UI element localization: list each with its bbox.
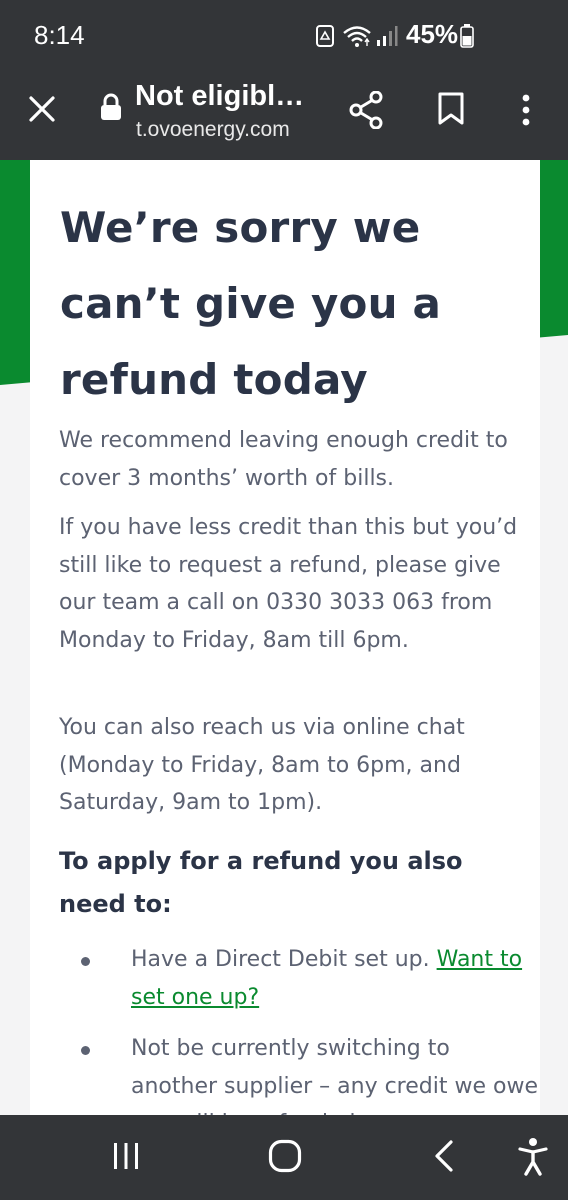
share-icon[interactable] xyxy=(348,91,384,129)
bookmark-icon[interactable] xyxy=(438,92,464,126)
custom-tab-toolbar: Not eligibl… t.ovoenergy.com xyxy=(0,70,568,160)
page-url: t.ovoenergy.com xyxy=(136,118,290,141)
recent-apps-icon[interactable] xyxy=(112,1142,140,1170)
credit-recommendation-text: We recommend leaving enough credit to co… xyxy=(59,428,508,491)
wifi-icon xyxy=(343,26,371,47)
home-icon[interactable] xyxy=(268,1139,302,1173)
requirements-heading: To apply for a refund you also need to: xyxy=(59,847,463,918)
web-content[interactable]: We’re sorry we can’t give you a refund t… xyxy=(0,160,568,1115)
lock-icon[interactable] xyxy=(100,93,122,121)
close-icon[interactable] xyxy=(28,95,56,123)
content-card: We’re sorry we can’t give you a refund t… xyxy=(30,160,540,1115)
more-icon[interactable] xyxy=(520,94,532,126)
status-bar: 8:14 45% xyxy=(0,0,568,70)
back-icon[interactable] xyxy=(434,1140,454,1172)
navigation-bar xyxy=(0,1115,568,1200)
bullet-icon xyxy=(81,957,90,966)
recycle-icon xyxy=(316,25,334,47)
page-heading: We’re sorry we can’t give you a refund t… xyxy=(60,203,442,404)
battery-icon xyxy=(460,24,474,48)
status-time: 8:14 xyxy=(34,20,85,50)
online-chat-text: You can also reach us via online chat (M… xyxy=(59,715,465,815)
direct-debit-requirement: Have a Direct Debit set up. xyxy=(131,947,437,972)
signal-icon xyxy=(377,26,398,46)
accessibility-icon[interactable] xyxy=(518,1137,548,1177)
battery-percentage: 45% xyxy=(406,19,459,49)
page-title: Not eligibl… xyxy=(135,80,305,112)
bullet-icon xyxy=(81,1046,90,1055)
call-team-text: If you have less credit than this but yo… xyxy=(59,515,518,653)
switching-requirement: Not be currently switching to another su… xyxy=(131,1036,538,1115)
